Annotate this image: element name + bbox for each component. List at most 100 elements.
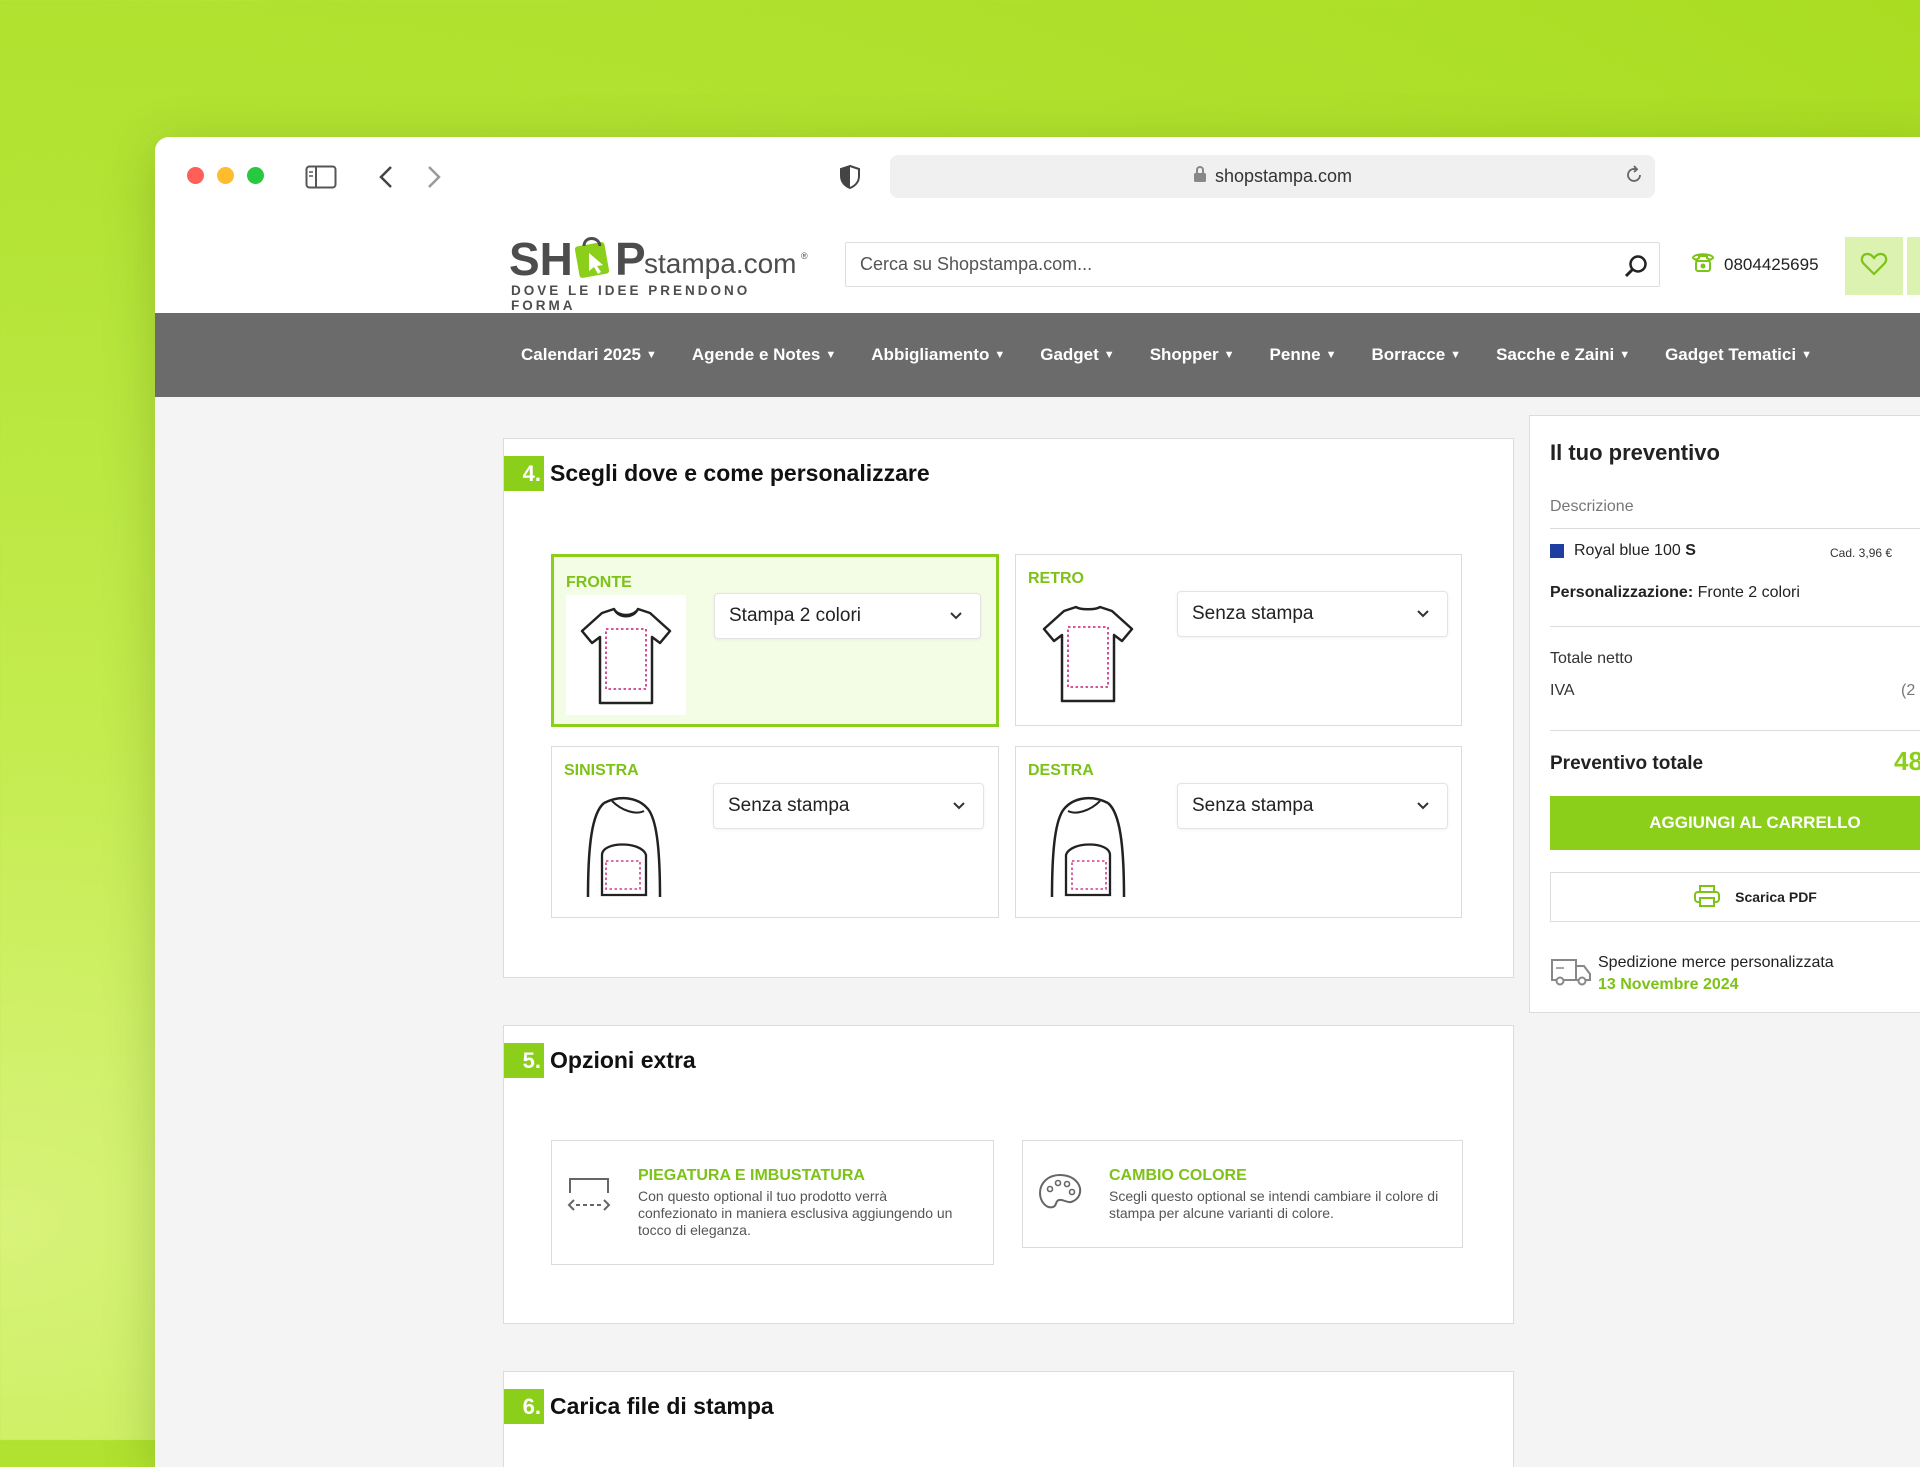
chevron-down-icon: [948, 608, 964, 630]
site-header: SH P stampa.com ® DOVE LE IDEE PRENDONO …: [155, 217, 1920, 313]
address-bar[interactable]: shopstampa.com: [890, 155, 1655, 198]
minimize-window-button[interactable]: [217, 167, 234, 184]
printer-icon: [1693, 884, 1721, 911]
tshirt-back-icon: [1028, 593, 1148, 713]
personalization-label: Personalizzazione:: [1550, 584, 1694, 601]
select-value: Senza stampa: [728, 795, 850, 816]
item-size: S: [1685, 542, 1696, 559]
phone-contact[interactable]: 0804425695: [1690, 250, 1819, 279]
divider: [1550, 626, 1920, 627]
download-pdf-button[interactable]: Scarica PDF: [1550, 872, 1920, 922]
wishlist-button[interactable]: [1845, 237, 1903, 295]
nav-item-abbigliamento[interactable]: Abbigliamento ▼: [871, 345, 1005, 365]
step-4-personalization: 4. Scegli dove e come personalizzare FRO…: [503, 438, 1514, 978]
chevron-down-icon: ▼: [1325, 349, 1337, 361]
nav-item-gadget-tematici[interactable]: Gadget Tematici ▼: [1665, 345, 1812, 365]
total-value: 48: [1894, 746, 1920, 776]
option-description: Con questo optional il tuo prodotto verr…: [638, 1188, 953, 1238]
step-number: 6.: [504, 1389, 544, 1424]
chevron-down-icon: ▼: [994, 349, 1006, 361]
chevron-down-icon: ▼: [646, 349, 657, 361]
nav-item-shopper[interactable]: Shopper ▼: [1150, 345, 1235, 365]
option-title: PIEGATURA E IMBUSTATURA: [638, 1167, 865, 1184]
svg-text:P: P: [615, 233, 646, 285]
chevron-down-icon: ▼: [1450, 349, 1462, 361]
svg-text:stampa.com: stampa.com: [644, 248, 797, 279]
reload-icon[interactable]: [1623, 164, 1645, 191]
step-6-heading: 6. Carica file di stampa: [504, 1389, 774, 1424]
color-swatch: [1550, 544, 1564, 558]
placement-back[interactable]: RETRO Senza stampa: [1015, 554, 1462, 726]
placement-label: RETRO: [1028, 570, 1084, 587]
print-type-select[interactable]: Senza stampa: [1177, 591, 1448, 637]
nav-item-sacche[interactable]: Sacche e Zaini ▼: [1496, 345, 1630, 365]
search-input[interactable]: [846, 243, 1574, 286]
nav-item-calendari[interactable]: Calendari 2025 ▼: [521, 345, 657, 365]
add-to-cart-button[interactable]: AGGIUNGI AL CARRELLO: [1550, 796, 1920, 850]
close-window-button[interactable]: [187, 167, 204, 184]
chevron-down-icon: [951, 798, 967, 820]
step-number: 5.: [504, 1043, 544, 1078]
select-value: Stampa 2 colori: [729, 605, 862, 626]
placement-label: DESTRA: [1028, 762, 1094, 779]
net-total-label: Totale netto: [1550, 650, 1633, 667]
iva-label: IVA: [1550, 682, 1575, 699]
sidebar-toggle-icon[interactable]: [305, 165, 337, 194]
nav-item-borracce[interactable]: Borracce ▼: [1371, 345, 1461, 365]
print-type-select[interactable]: Senza stampa: [713, 783, 984, 829]
placement-left[interactable]: SINISTRA Senza stampa: [551, 746, 999, 918]
print-type-select[interactable]: Stampa 2 colori: [714, 593, 981, 639]
item-name: Royal blue 100: [1574, 542, 1681, 559]
chevron-down-icon: ▼: [1103, 349, 1115, 361]
download-pdf-label: Scarica PDF: [1735, 889, 1817, 905]
placement-right[interactable]: DESTRA Senza stampa: [1015, 746, 1462, 918]
lock-icon: [1193, 165, 1207, 188]
chevron-down-icon: ▼: [1619, 349, 1631, 361]
total-label: Preventivo totale: [1550, 753, 1704, 774]
sleeve-right-icon: [1028, 785, 1148, 905]
step-5-heading: 5. Opzioni extra: [504, 1043, 696, 1078]
print-type-select[interactable]: Senza stampa: [1177, 783, 1448, 829]
placement-front[interactable]: FRONTE Stampa 2 colori: [551, 554, 999, 727]
svg-text:®: ®: [801, 251, 808, 261]
nav-item-gadget[interactable]: Gadget ▼: [1040, 345, 1114, 365]
nav-item-penne[interactable]: Penne ▼: [1270, 345, 1337, 365]
divider: [1550, 730, 1920, 731]
step-title: Carica file di stampa: [550, 1393, 774, 1419]
privacy-shield-icon[interactable]: [838, 164, 862, 195]
select-value: Senza stampa: [1192, 603, 1314, 624]
site-logo[interactable]: SH P stampa.com ® DOVE LE IDEE PRENDONO …: [509, 231, 819, 313]
select-value: Senza stampa: [1192, 795, 1314, 816]
phone-icon: [1690, 250, 1716, 279]
step-4-heading: 4. Scegli dove e come personalizzare: [504, 456, 930, 491]
placement-label: FRONTE: [566, 574, 632, 591]
palette-icon: [1035, 1169, 1085, 1224]
step-title: Opzioni extra: [550, 1047, 696, 1073]
logo-tagline: DOVE LE IDEE PRENDONO FORMA: [511, 283, 751, 313]
chevron-down-icon: ▼: [1801, 349, 1812, 361]
step-title: Scegli dove e come personalizzare: [550, 460, 930, 486]
search-icon[interactable]: [1623, 253, 1649, 284]
quote-line-item: Royal blue 100 S: [1550, 542, 1696, 560]
chevron-down-icon: ▼: [1223, 349, 1235, 361]
unit-price: Cad. 3,96 €: [1830, 546, 1893, 560]
nav-item-agende[interactable]: Agende e Notes ▼: [692, 345, 836, 365]
iva-value: (2: [1901, 682, 1916, 699]
cart-button[interactable]: [1907, 237, 1920, 295]
chevron-down-icon: [1415, 606, 1431, 628]
shipping-date: 13 Novembre 2024: [1598, 976, 1739, 993]
truck-icon: [1550, 956, 1592, 993]
forward-icon[interactable]: [425, 164, 443, 195]
search-box: [845, 242, 1660, 287]
personalization-value: Fronte 2 colori: [1697, 584, 1800, 601]
browser-toolbar: shopstampa.com: [155, 137, 1920, 217]
chevron-down-icon: [1415, 798, 1431, 820]
option-folding-bagging[interactable]: PIEGATURA E IMBUSTATURA Con questo optio…: [551, 1140, 994, 1265]
phone-number: 0804425695: [1724, 254, 1819, 274]
heart-icon: [1860, 251, 1888, 282]
back-icon[interactable]: [377, 164, 395, 195]
option-color-change[interactable]: CAMBIO COLORE Scegli questo optional se …: [1022, 1140, 1463, 1248]
option-description: Scegli questo optional se intendi cambia…: [1109, 1188, 1439, 1221]
tshirt-front-icon: [566, 595, 686, 715]
zoom-window-button[interactable]: [247, 167, 264, 184]
